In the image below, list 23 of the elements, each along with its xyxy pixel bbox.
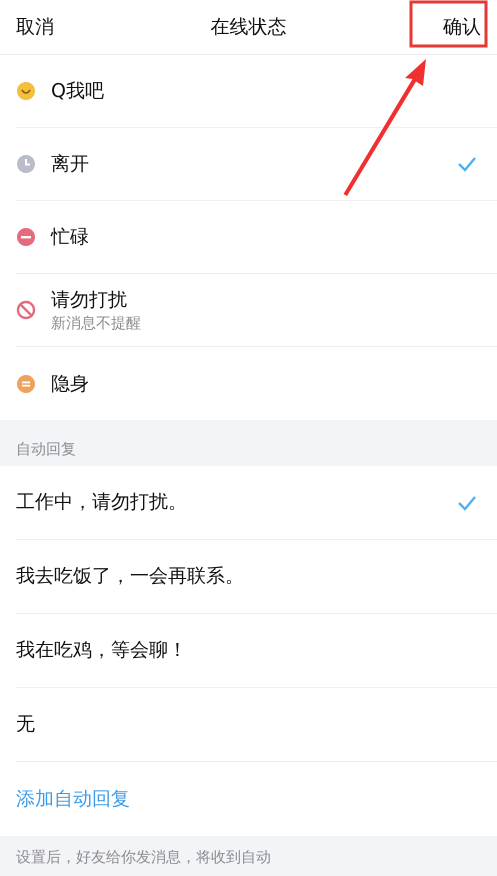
auto-reply-option[interactable]: 我在吃鸡，等会聊！	[16, 614, 497, 688]
section-header: 自动回复	[16, 438, 76, 460]
equals-circle-icon	[16, 374, 36, 394]
footer-note: 设置后，好友给你发消息，将收到自动	[16, 848, 271, 866]
status-option[interactable]: 请勿打扰 新消息不提醒	[16, 274, 497, 347]
auto-reply-option[interactable]: 我去吃饭了，一会再联系。	[16, 540, 497, 614]
status-label: 隐身	[51, 372, 90, 396]
status-description: 新消息不提醒	[51, 313, 142, 333]
page-title: 在线状态	[210, 14, 286, 40]
auto-reply-option[interactable]: 无	[16, 688, 497, 762]
smiley-icon	[16, 81, 36, 101]
auto-reply-option[interactable]: 工作中，请勿打扰。	[16, 466, 497, 540]
prohibited-icon	[16, 300, 36, 320]
status-label: 忙碌	[51, 225, 90, 250]
confirm-button[interactable]: 确认	[443, 12, 481, 42]
cancel-button[interactable]: 取消	[16, 12, 54, 42]
status-label: 离开	[51, 152, 90, 177]
minus-circle-icon	[16, 227, 36, 247]
status-label: Q我吧	[51, 79, 105, 104]
status-option[interactable]: 隐身	[16, 347, 497, 420]
status-option[interactable]: 忙碌	[16, 201, 497, 274]
clock-icon	[16, 154, 36, 174]
status-label: 请勿打扰	[51, 288, 128, 313]
